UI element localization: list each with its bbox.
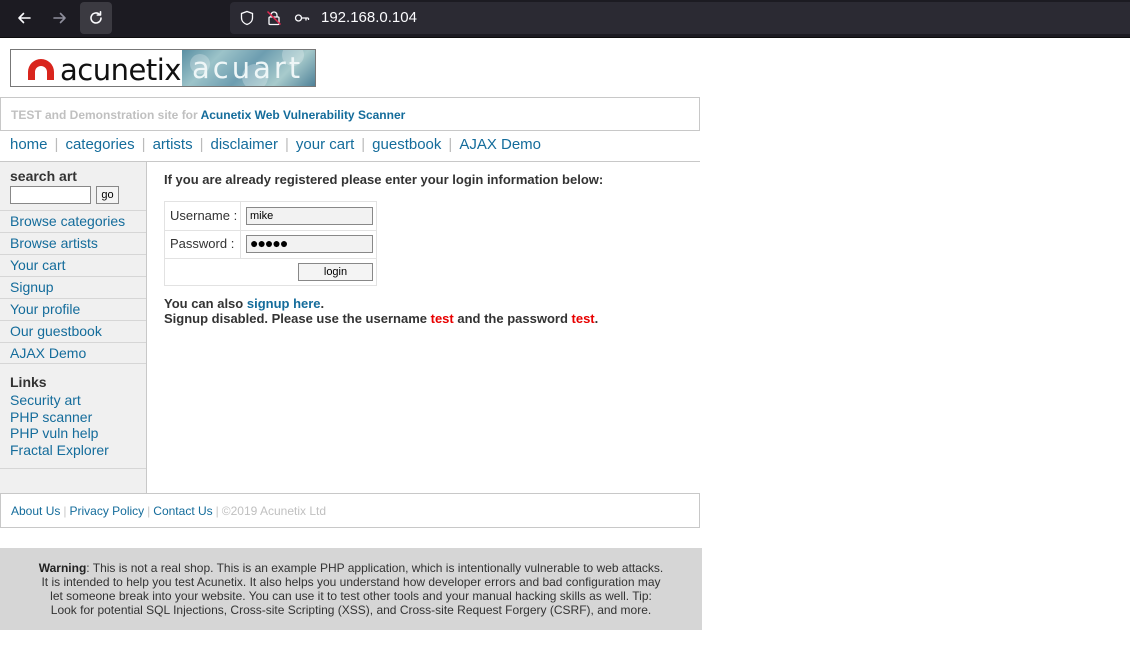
nav-disclaimer[interactable]: disclaimer	[210, 136, 278, 153]
site-logo[interactable]: acunetix acuart	[10, 49, 316, 87]
warning-line-2: It is intended to help you test Acunetix…	[41, 575, 661, 589]
divider	[165, 230, 376, 231]
back-button[interactable]	[8, 2, 40, 34]
login-button[interactable]: login	[298, 263, 373, 281]
arrow-right-icon	[53, 12, 66, 24]
link-fractal-explorer[interactable]: Fractal Explorer	[10, 442, 109, 459]
logo-product-text: acuart	[192, 51, 304, 85]
browser-toolbar: 192.168.0.104	[0, 0, 1130, 38]
signup-link[interactable]: signup here	[247, 296, 321, 311]
search-go-button[interactable]: go	[96, 186, 119, 204]
links-title: Links	[10, 374, 47, 390]
acuart-logo: acuart	[182, 50, 315, 86]
footer: About Us | Privacy Policy | Contact Us | ©2019…	[0, 493, 700, 528]
password-label: Password :	[170, 236, 235, 251]
url-bar[interactable]: 192.168.0.104	[230, 2, 1130, 34]
tagline-scanner-link[interactable]: Acunetix Web Vulnerability Scanner	[201, 108, 406, 122]
warning-line-1: : This is not a real shop. This is an ex…	[86, 561, 664, 575]
sidebar-item-browse-categories[interactable]: Browse categories	[0, 210, 146, 232]
signup-prefix: You can also	[164, 296, 244, 311]
url-text[interactable]: 192.168.0.104	[321, 9, 417, 26]
warning-line-4: Look for potential SQL Injections, Cross…	[50, 603, 652, 617]
search-title: search art	[10, 168, 77, 184]
sidebar-item-your-profile[interactable]: Your profile	[0, 298, 146, 320]
nav-separator: |	[448, 135, 453, 153]
nav-categories[interactable]: categories	[65, 136, 134, 153]
reload-button[interactable]	[80, 2, 112, 34]
page: acunetix acuart TEST and Demonstration s…	[0, 39, 1130, 653]
tagline-prefix: TEST and Demonstration site for	[11, 108, 198, 122]
link-security-art[interactable]: Security art	[10, 392, 109, 409]
username-label: Username :	[170, 208, 238, 223]
login-intro: If you are already registered please ent…	[164, 172, 604, 187]
signup-disabled-text: Signup disabled. Please use the username	[164, 311, 427, 326]
arrow-left-icon	[18, 12, 31, 24]
warning-line-3: let someone break into your website. You…	[50, 589, 652, 603]
key-icon[interactable]	[294, 10, 310, 26]
forward-button[interactable]	[44, 2, 76, 34]
reload-icon	[90, 11, 102, 24]
search-input[interactable]	[10, 186, 91, 204]
nav-home[interactable]: home	[10, 136, 48, 153]
sidebar-item-our-guestbook[interactable]: Our guestbook	[0, 320, 146, 342]
nav-separator: |	[361, 135, 366, 153]
sidebar: search art go Browse categories Browse a…	[0, 162, 147, 493]
footer-about-link[interactable]: About Us	[11, 504, 60, 518]
logo-brand-text: acunetix	[60, 53, 181, 87]
sidebar-item-signup[interactable]: Signup	[0, 276, 146, 298]
login-form: Username : mike Password : ●●●●● login	[164, 201, 377, 286]
warning-banner: Warning: This is not a real shop. This i…	[0, 548, 702, 630]
nav-guestbook[interactable]: guestbook	[372, 136, 441, 153]
nav-ajax-demo[interactable]: AJAX Demo	[459, 136, 541, 153]
footer-copyright: ©2019 Acunetix Ltd	[221, 504, 327, 518]
nav-separator: |	[141, 135, 146, 153]
username-field[interactable]: mike	[246, 207, 373, 225]
acunetix-mark-icon	[28, 59, 54, 80]
signup-disabled-end: .	[594, 311, 599, 326]
nav-separator: |	[285, 135, 289, 153]
sidebar-item-your-cart[interactable]: Your cart	[0, 254, 146, 276]
footer-contact-link[interactable]: Contact Us	[153, 504, 212, 518]
nav-artists[interactable]: artists	[153, 136, 193, 153]
insecure-lock-icon[interactable]	[266, 10, 282, 26]
acunetix-logo: acunetix	[11, 50, 182, 87]
nav-separator: |	[199, 135, 204, 153]
footer-separator: |	[215, 504, 219, 518]
footer-separator: |	[147, 504, 151, 518]
divider	[165, 258, 376, 259]
test-password: test	[571, 311, 595, 326]
signup-suffix: .	[320, 296, 325, 311]
nav-separator: |	[54, 135, 59, 153]
link-php-scanner[interactable]: PHP scanner	[10, 409, 109, 426]
password-field[interactable]: ●●●●●	[246, 235, 373, 253]
login-section: If you are already registered please ent…	[164, 172, 694, 326]
top-navigation: home | categories | artists | disclaimer…	[10, 134, 541, 154]
shield-icon[interactable]	[239, 10, 255, 26]
sidebar-item-ajax-demo[interactable]: AJAX Demo	[0, 342, 146, 364]
test-username: test	[430, 311, 454, 326]
tagline: TEST and Demonstration site for Acunetix…	[0, 97, 700, 131]
link-php-vuln-help[interactable]: PHP vuln help	[10, 425, 109, 442]
signup-disabled-text-2: and the password	[457, 311, 568, 326]
signup-info: You can also signup here. Signup disable…	[164, 296, 598, 326]
nav-your-cart[interactable]: your cart	[296, 136, 354, 153]
sidebar-item-browse-artists[interactable]: Browse artists	[0, 232, 146, 254]
external-links: Security art PHP scanner PHP vuln help F…	[10, 392, 109, 459]
divider	[0, 468, 146, 469]
footer-privacy-link[interactable]: Privacy Policy	[69, 504, 144, 518]
sidebar-nav: Browse categories Browse artists Your ca…	[0, 210, 146, 364]
footer-separator: |	[63, 504, 67, 518]
warning-title: Warning	[38, 561, 87, 575]
